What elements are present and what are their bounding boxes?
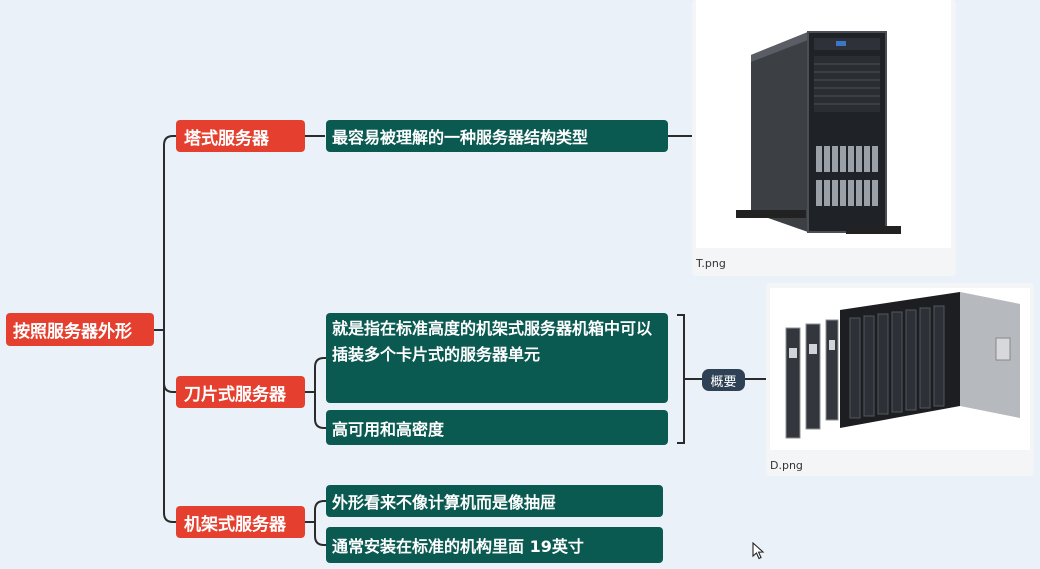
tower-server-illustration <box>736 31 901 234</box>
leaf-blade-desc[interactable]: 就是指在标准高度的机架式服务器机箱中可以插装多个卡片式的服务器单元 <box>326 313 668 403</box>
leaf-rack-appearance[interactable]: 外形看来不像计算机而是像抽屉 <box>326 485 663 517</box>
category-label: 机架式服务器 <box>184 514 286 535</box>
category-blade-server[interactable]: 刀片式服务器 <box>176 376 305 408</box>
connector-tower <box>163 135 176 330</box>
leaf-label: 高可用和高密度 <box>332 419 445 439</box>
leaf-label: 外形看来不像计算机而是像抽屉 <box>332 493 557 512</box>
connector-rack-leaf-1 <box>314 500 326 522</box>
leaf-rack-install[interactable]: 通常安装在标准的机构里面 19英寸 <box>326 527 663 563</box>
mindmap-canvas: 按照服务器外形 塔式服务器 刀片式服务器 机架式服务器 最容易被理解的一种服务器… <box>0 0 1040 569</box>
summary-bracket <box>677 314 685 444</box>
blade-image-caption: D.png <box>770 459 803 472</box>
category-rack-server[interactable]: 机架式服务器 <box>176 506 305 538</box>
connector-blade-leaf-1 <box>314 357 326 392</box>
connector-rack <box>163 330 176 523</box>
root-node[interactable]: 按照服务器外形 <box>6 313 154 346</box>
tower-server-image <box>696 0 951 248</box>
category-label: 刀片式服务器 <box>184 384 286 405</box>
summary-label: 概要 <box>710 374 737 390</box>
leaf-tower-desc[interactable]: 最容易被理解的一种服务器结构类型 <box>326 120 668 152</box>
category-tower-server[interactable]: 塔式服务器 <box>176 120 305 152</box>
leaf-label: 就是指在标准高度的机架式服务器机箱中可以插装多个卡片式的服务器单元 <box>332 319 653 364</box>
leaf-label: 最容易被理解的一种服务器结构类型 <box>332 128 589 147</box>
blade-server-image <box>770 288 1030 450</box>
tower-image-caption: T.png <box>696 257 726 270</box>
connector-rack-leaf-2 <box>314 522 326 546</box>
root-label: 按照服务器外形 <box>13 322 132 342</box>
blade-server-illustration <box>785 292 1020 439</box>
category-label: 塔式服务器 <box>184 128 269 149</box>
summary-node[interactable]: 概要 <box>702 369 745 391</box>
leaf-blade-feature[interactable]: 高可用和高密度 <box>326 410 668 445</box>
connector-blade-leaf-2 <box>314 392 326 429</box>
connector-blade <box>163 330 176 393</box>
mouse-cursor-icon <box>752 542 765 560</box>
blade-image-card[interactable]: D.png <box>766 283 1034 476</box>
leaf-label: 通常安装在标准的机构里面 19英寸 <box>332 537 584 556</box>
tower-image-card[interactable]: T.png <box>692 0 956 276</box>
